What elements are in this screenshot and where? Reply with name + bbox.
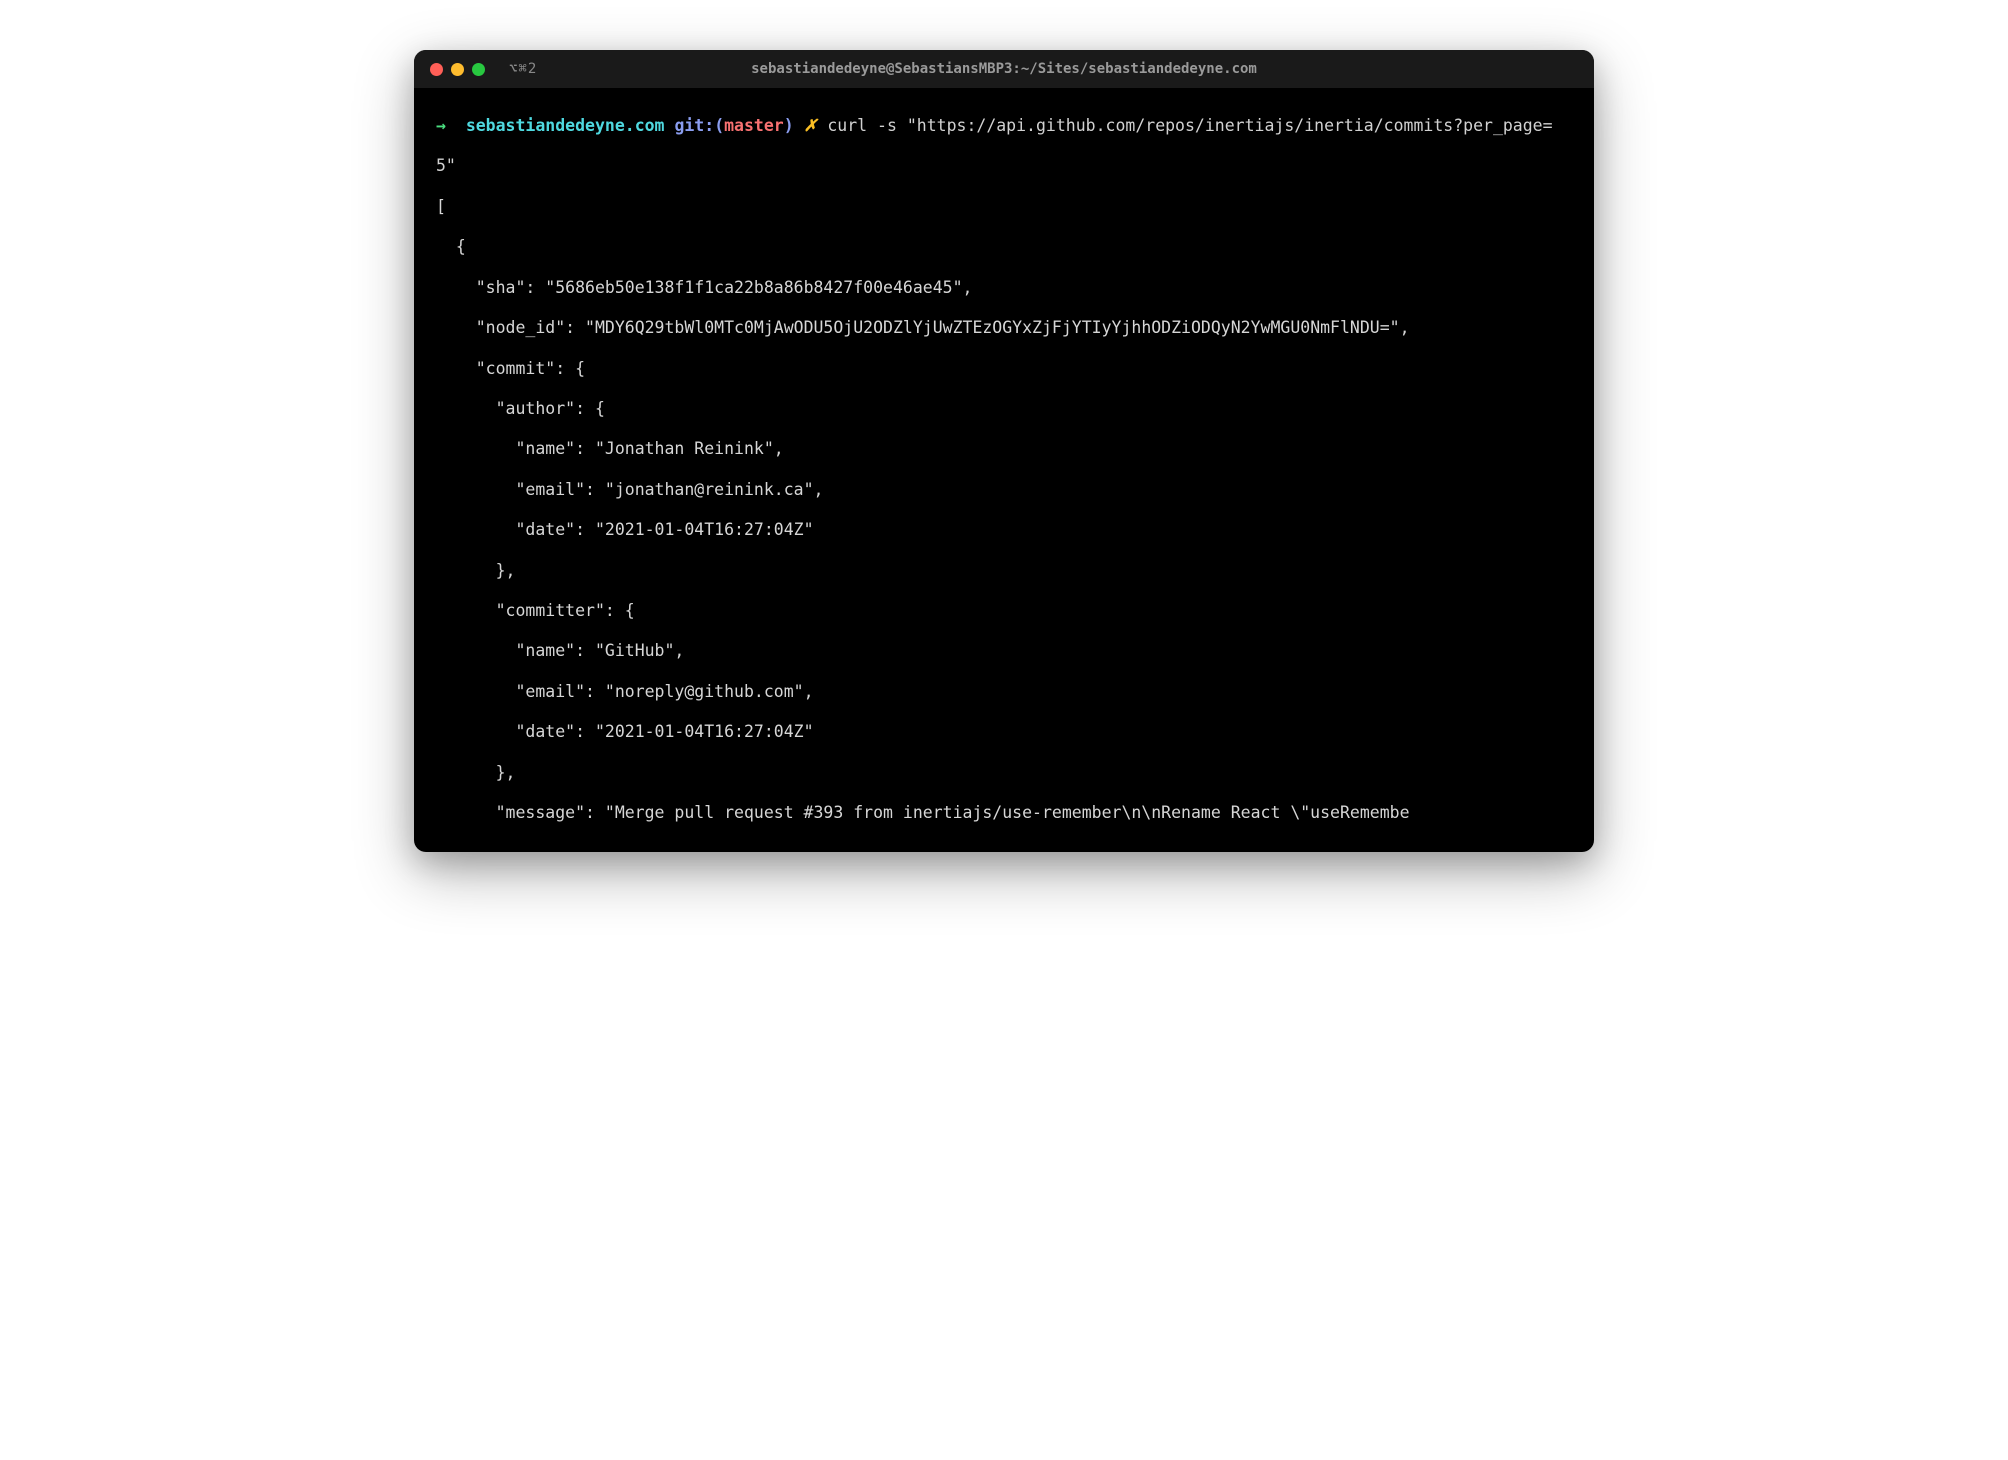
output-line: "email": "jonathan@reinink.ca",: [436, 480, 823, 499]
prompt-git-label: git:: [674, 116, 714, 135]
output-line: "email": "noreply@github.com",: [436, 682, 814, 701]
output-line: "name": "Jonathan Reinink",: [436, 439, 784, 458]
output-line: "date": "2021-01-04T16:27:04Z": [436, 722, 814, 741]
output-line: {: [436, 237, 466, 256]
output-line: "message": "Merge pull request #393 from…: [436, 803, 1410, 822]
terminal-body[interactable]: → sebastiandedeyne.com git:(master) ✗ cu…: [414, 88, 1594, 852]
prompt-directory: sebastiandedeyne.com: [466, 116, 665, 135]
output-line: },: [436, 561, 515, 580]
output-line: "author": {: [436, 399, 605, 418]
output-line: [: [436, 197, 446, 216]
window-title: sebastiandedeyne@SebastiansMBP3:~/Sites/…: [751, 61, 1257, 77]
prompt-paren-close: ): [784, 116, 794, 135]
prompt-paren-open: (: [714, 116, 724, 135]
output-line: "date": "2021-01-04T16:27:04Z": [436, 520, 814, 539]
prompt-arrow: →: [436, 116, 446, 135]
prompt-dirty-indicator: ✗: [804, 116, 818, 135]
output-line: "node_id": "MDY6Q29tbWl0MTc0MjAwODU5OjU2…: [436, 318, 1410, 337]
output-line: "committer": {: [436, 601, 635, 620]
terminal-window: ⌥⌘2 sebastiandedeyne@SebastiansMBP3:~/Si…: [414, 50, 1594, 852]
close-icon[interactable]: [430, 63, 443, 76]
output-line: "commit": {: [436, 359, 585, 378]
traffic-lights: [430, 63, 485, 76]
output-line: "sha": "5686eb50e138f1f1ca22b8a86b8427f0…: [436, 278, 972, 297]
prompt-branch: master: [724, 116, 784, 135]
output-line: },: [436, 763, 515, 782]
maximize-icon[interactable]: [472, 63, 485, 76]
title-bar: ⌥⌘2 sebastiandedeyne@SebastiansMBP3:~/Si…: [414, 50, 1594, 88]
tab-shortcut-indicator: ⌥⌘2: [509, 61, 537, 77]
output-line: "name": "GitHub",: [436, 641, 684, 660]
minimize-icon[interactable]: [451, 63, 464, 76]
